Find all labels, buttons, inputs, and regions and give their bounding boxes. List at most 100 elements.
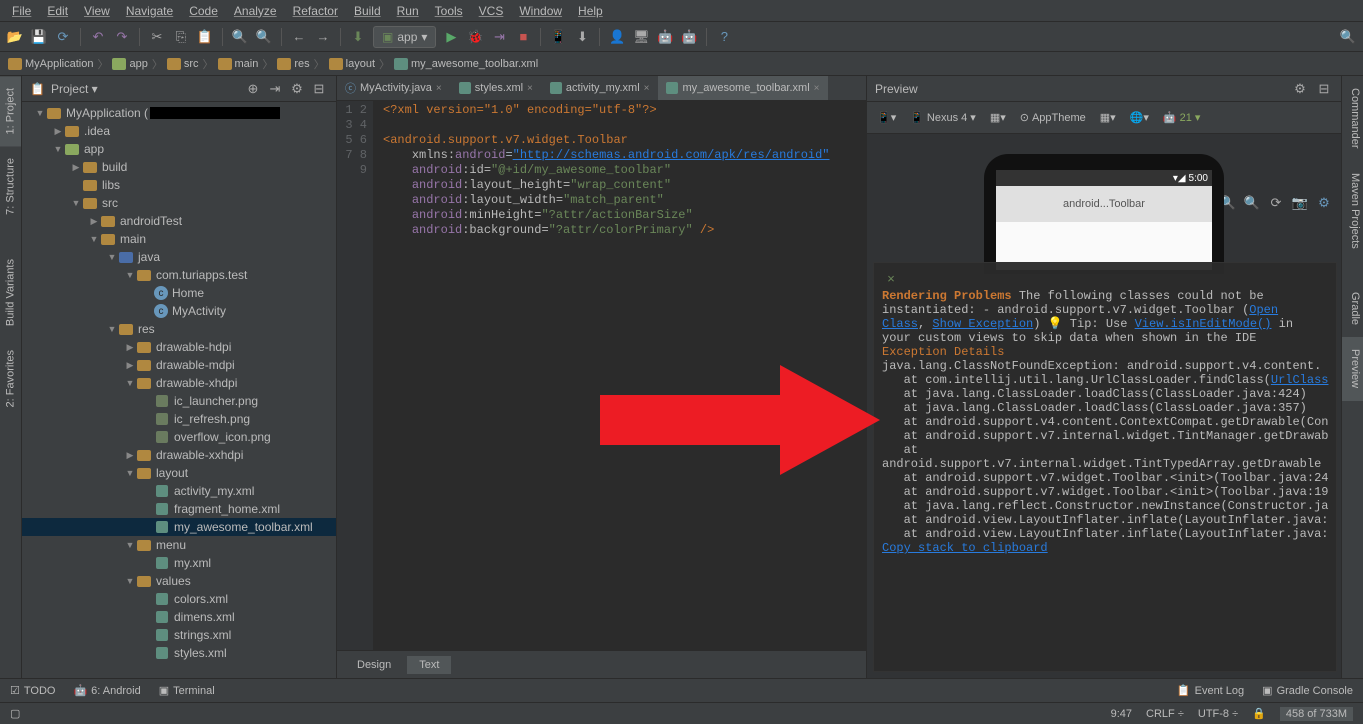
api-selector[interactable]: 🤖21▾ (1159, 109, 1204, 126)
back-icon[interactable]: ← (290, 28, 308, 46)
close-icon[interactable]: × (644, 83, 650, 94)
tree-colors[interactable]: colors.xml (22, 590, 336, 608)
tree-values[interactable]: ▼values (22, 572, 336, 590)
bc-layout[interactable]: layout (329, 58, 375, 70)
sdk-icon[interactable]: ⬇ (573, 28, 591, 46)
find-icon[interactable]: 🔍 (231, 28, 249, 46)
tw-preview[interactable]: Preview (1342, 337, 1363, 400)
attach-icon[interactable]: ⇥ (490, 28, 508, 46)
tree-app[interactable]: ▼app (22, 140, 336, 158)
tree-layout[interactable]: ▼layout (22, 464, 336, 482)
help-icon[interactable]: ? (715, 28, 733, 46)
tree-myactivity[interactable]: cMyActivity (22, 302, 336, 320)
code-editor[interactable]: 1 2 3 4 5 6 7 8 9 <?xml version="1.0" en… (337, 101, 866, 650)
tree-root[interactable]: ▼MyApplication ( (22, 104, 336, 122)
show-exception-link[interactable]: Show Exception (932, 317, 1033, 331)
iseditmode-link[interactable]: View.isInEditMode() (1135, 317, 1272, 331)
scroll-from-source-icon[interactable]: ⊕ (244, 80, 262, 98)
tab-activity-my[interactable]: activity_my.xml× (542, 76, 659, 100)
copy-icon[interactable]: ⎘ (172, 28, 190, 46)
settings-icon[interactable]: ⚙ (1315, 194, 1333, 212)
tw-build-variants[interactable]: Build Variants (0, 247, 21, 338)
save-icon[interactable]: 💾 (30, 28, 48, 46)
menu-build[interactable]: Build (346, 2, 389, 20)
tree-libs[interactable]: libs (22, 176, 336, 194)
tree-hdpi[interactable]: ▶drawable-hdpi (22, 338, 336, 356)
tree-my-toolbar[interactable]: my_awesome_toolbar.xml (22, 518, 336, 536)
tw-terminal[interactable]: ▣ Terminal (159, 684, 215, 697)
run-icon[interactable]: ▶ (442, 28, 460, 46)
menu-view[interactable]: View (76, 2, 118, 20)
paste-icon[interactable]: 📋 (196, 28, 214, 46)
close-error-icon[interactable]: × (882, 271, 900, 289)
project-view-selector[interactable]: Project ▾ (51, 82, 238, 96)
orientation-btn[interactable]: 📱▾ (873, 109, 900, 126)
preview-hide-icon[interactable]: ⊟ (1315, 80, 1333, 98)
stop-icon[interactable]: ■ (514, 28, 532, 46)
device-selector[interactable]: 📱Nexus 4▾ (906, 109, 980, 126)
bc-project[interactable]: MyApplication (8, 58, 93, 70)
run-config-selector[interactable]: ▣ app ▾ (373, 26, 436, 48)
tab-styles[interactable]: styles.xml× (451, 76, 542, 100)
debug-icon[interactable]: 🐞 (466, 28, 484, 46)
zoom-out-icon[interactable]: 🔍 (1243, 194, 1261, 212)
device-screen[interactable]: ▾◢5:00 android...Toolbar (996, 170, 1212, 270)
replace-icon[interactable]: 🔍 (255, 28, 273, 46)
urlclass-link[interactable]: UrlClass (1271, 373, 1329, 387)
tree-xxhdpi[interactable]: ▶drawable-xxhdpi (22, 446, 336, 464)
tw-todo[interactable]: ☑ TODO (10, 684, 55, 697)
menu-analyze[interactable]: Analyze (226, 2, 285, 20)
forward-icon[interactable]: → (314, 28, 332, 46)
tw-project[interactable]: 1: Project (0, 76, 21, 146)
tree-strings[interactable]: strings.xml (22, 626, 336, 644)
tree-res[interactable]: ▼res (22, 320, 336, 338)
make-icon[interactable]: ⬇ (349, 28, 367, 46)
tw-structure[interactable]: 7: Structure (0, 146, 21, 227)
ddms-icon[interactable]: 👤 (608, 28, 626, 46)
file-encoding[interactable]: UTF-8 ÷ (1198, 708, 1238, 720)
memory-indicator[interactable]: 458 of 733M (1280, 707, 1353, 721)
close-icon[interactable]: × (814, 83, 820, 94)
redo-icon[interactable]: ↷ (113, 28, 131, 46)
collapse-all-icon[interactable]: ⇥ (266, 80, 284, 98)
bc-src[interactable]: src (167, 58, 199, 70)
tree-fragment[interactable]: fragment_home.xml (22, 500, 336, 518)
tree-build[interactable]: ▶build (22, 158, 336, 176)
tw-android[interactable]: 🤖 6: Android (73, 684, 140, 697)
close-icon[interactable]: × (527, 83, 533, 94)
tree-styles[interactable]: styles.xml (22, 644, 336, 662)
tw-gradle-console[interactable]: ▣ Gradle Console (1262, 684, 1353, 697)
bc-main[interactable]: main (218, 58, 259, 70)
panel-settings-icon[interactable]: ⚙ (288, 80, 306, 98)
tab-my-toolbar[interactable]: my_awesome_toolbar.xml× (658, 76, 828, 100)
menu-tools[interactable]: Tools (427, 2, 471, 20)
tree-java[interactable]: ▼java (22, 248, 336, 266)
undo-icon[interactable]: ↶ (89, 28, 107, 46)
tw-gradle[interactable]: Gradle (1342, 280, 1363, 337)
menu-navigate[interactable]: Navigate (118, 2, 181, 20)
search-everywhere-icon[interactable]: 🔍 (1339, 28, 1357, 46)
bc-res[interactable]: res (277, 58, 309, 70)
open-icon[interactable]: 📂 (6, 28, 24, 46)
bc-file[interactable]: my_awesome_toolbar.xml (394, 58, 538, 70)
android-robot-icon[interactable]: 🤖 (656, 28, 674, 46)
code-content[interactable]: <?xml version="1.0" encoding="utf-8"?> <… (373, 101, 866, 650)
preview-settings-icon[interactable]: ⚙ (1291, 80, 1309, 98)
copy-stack-link[interactable]: Copy stack to clipboard (882, 541, 1048, 555)
text-tab[interactable]: Text (407, 656, 451, 674)
tw-favorites[interactable]: 2: Favorites (0, 338, 21, 419)
tree-package[interactable]: ▼com.turiapps.test (22, 266, 336, 284)
project-tree[interactable]: ▼MyApplication ( ▶.idea ▼app ▶build libs… (22, 102, 336, 678)
tree-mdpi[interactable]: ▶drawable-mdpi (22, 356, 336, 374)
design-tab[interactable]: Design (345, 656, 403, 674)
tree-main[interactable]: ▼main (22, 230, 336, 248)
tree-ic-refresh[interactable]: ic_refresh.png (22, 410, 336, 428)
toggle-toolwindows-icon[interactable]: ▢ (10, 707, 20, 720)
tree-androidtest[interactable]: ▶androidTest (22, 212, 336, 230)
cut-icon[interactable]: ✂ (148, 28, 166, 46)
menu-edit[interactable]: Edit (39, 2, 76, 20)
tree-ic-launcher[interactable]: ic_launcher.png (22, 392, 336, 410)
menu-file[interactable]: File (4, 2, 39, 20)
tree-my-xml[interactable]: my.xml (22, 554, 336, 572)
tree-src[interactable]: ▼src (22, 194, 336, 212)
